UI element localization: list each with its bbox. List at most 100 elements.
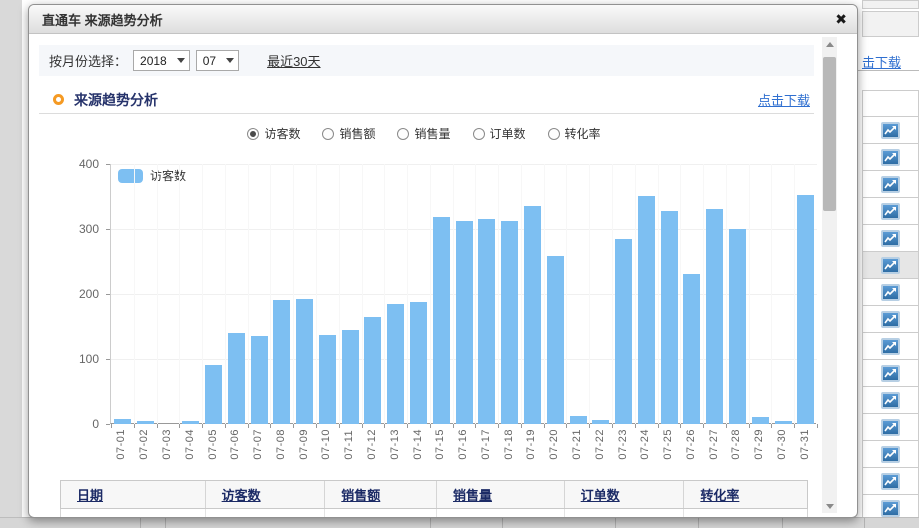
close-icon[interactable]: ✖ (835, 12, 847, 26)
column-sort-link[interactable]: 转化率 (700, 485, 739, 504)
metric-radio-订单数[interactable]: 订单数 (473, 125, 526, 142)
trend-chart-icon[interactable] (881, 392, 900, 409)
scrollbar-thumb[interactable] (823, 57, 836, 211)
bar[interactable] (228, 333, 245, 424)
bar[interactable] (638, 196, 655, 424)
x-tick-label: 07-06 (224, 429, 247, 460)
bar[interactable] (547, 256, 564, 424)
x-tick-label: 07-17 (475, 429, 498, 460)
bar-slot (407, 164, 430, 424)
y-tick-label: 400 (67, 157, 99, 171)
metric-radio-销售量[interactable]: 销售量 (397, 125, 450, 142)
bar[interactable] (592, 420, 609, 424)
trend-chart-icon[interactable] (881, 176, 900, 193)
column-sort-link[interactable]: 访客数 (222, 485, 261, 504)
divider (140, 518, 141, 528)
bar[interactable] (251, 336, 268, 424)
trend-chart-icon[interactable] (881, 446, 900, 463)
x-tick (771, 424, 772, 428)
trend-chart-icon[interactable] (881, 284, 900, 301)
page: 击下载 直通车 来源趋势分析 ✖ 按月份选择： 2018 07 最近 (0, 0, 919, 528)
trend-chart-icon[interactable] (881, 338, 900, 355)
bar[interactable] (775, 421, 792, 424)
trend-chart-icon[interactable] (881, 419, 900, 436)
bar[interactable] (752, 417, 769, 424)
bar[interactable] (364, 317, 381, 424)
bar[interactable] (729, 229, 746, 424)
bar[interactable] (615, 239, 632, 424)
bar[interactable] (205, 365, 222, 424)
bar-slot (134, 164, 157, 424)
x-tick-label: 07-01 (110, 429, 133, 460)
x-tick-label: 07-15 (429, 429, 452, 460)
bar[interactable] (296, 299, 313, 424)
x-tick (703, 424, 704, 428)
x-tick-label: 07-30 (771, 429, 794, 460)
metric-radio-访客数[interactable]: 访客数 (247, 125, 300, 142)
bar[interactable] (797, 195, 814, 424)
trend-chart-icon[interactable] (881, 500, 900, 517)
background-right-column: 击下载 (857, 0, 919, 528)
recent-30-days-link[interactable]: 最近30天 (267, 51, 320, 70)
bar[interactable] (137, 421, 154, 424)
x-tick-label: 07-05 (201, 429, 224, 460)
table-cell (325, 509, 437, 518)
x-tick-label: 07-18 (497, 429, 520, 460)
bar-slot (589, 164, 612, 424)
bar[interactable] (410, 302, 427, 424)
bar[interactable] (524, 206, 541, 424)
radio-icon (247, 128, 259, 140)
trend-chart-icon[interactable] (881, 149, 900, 166)
column-header-销售额: 销售额 (325, 481, 437, 508)
column-sort-link[interactable]: 销售额 (341, 485, 380, 504)
x-tick (658, 424, 659, 428)
column-header-访客数: 访客数 (206, 481, 326, 508)
bar[interactable] (501, 221, 518, 424)
trend-chart-icon[interactable] (881, 257, 900, 274)
bar[interactable] (570, 416, 587, 424)
y-tick-label: 100 (67, 352, 99, 366)
bar[interactable] (114, 419, 131, 424)
trend-chart-icon[interactable] (881, 230, 900, 247)
background-download-link[interactable]: 击下载 (862, 52, 901, 71)
x-tick-label: 07-22 (588, 429, 611, 460)
column-sort-link[interactable]: 日期 (77, 485, 103, 504)
metric-radio-销售额[interactable]: 销售额 (322, 125, 375, 142)
x-tick (817, 424, 818, 428)
scroll-down-button[interactable] (822, 499, 837, 513)
background-table-row (862, 468, 919, 495)
bar[interactable] (706, 209, 723, 424)
month-select[interactable]: 07 (196, 50, 239, 71)
year-select[interactable]: 2018 (133, 50, 190, 71)
trend-chart-icon[interactable] (881, 365, 900, 382)
radio-label: 订单数 (490, 125, 526, 142)
trend-chart-icon[interactable] (881, 122, 900, 139)
bar[interactable] (319, 335, 336, 424)
column-sort-link[interactable]: 订单数 (581, 485, 620, 504)
dialog-scrollbar[interactable] (822, 37, 837, 513)
bar-slot (202, 164, 225, 424)
bar[interactable] (683, 274, 700, 424)
bar-chart: 0100200300400 访客数 07-0107-0207-0307-0407… (29, 152, 819, 472)
year-select-value: 2018 (140, 54, 167, 68)
trend-chart-icon[interactable] (881, 311, 900, 328)
bar[interactable] (387, 304, 404, 424)
scroll-up-button[interactable] (822, 37, 837, 51)
trend-chart-icon[interactable] (881, 203, 900, 220)
bar-slot (726, 164, 749, 424)
radio-label: 销售量 (414, 125, 450, 142)
metric-radio-转化率[interactable]: 转化率 (548, 125, 601, 142)
x-tick-label: 07-03 (156, 429, 179, 460)
bar[interactable] (478, 219, 495, 424)
download-link[interactable]: 点击下载 (758, 90, 810, 109)
trend-chart-icon[interactable] (881, 473, 900, 490)
background-table-row (862, 414, 919, 441)
column-sort-link[interactable]: 销售量 (453, 485, 492, 504)
bar[interactable] (433, 217, 450, 424)
bar[interactable] (456, 221, 473, 424)
x-tick-label: 07-23 (611, 429, 634, 460)
bar[interactable] (273, 300, 290, 424)
bar[interactable] (342, 330, 359, 424)
bar[interactable] (182, 421, 199, 424)
bar[interactable] (661, 211, 678, 424)
